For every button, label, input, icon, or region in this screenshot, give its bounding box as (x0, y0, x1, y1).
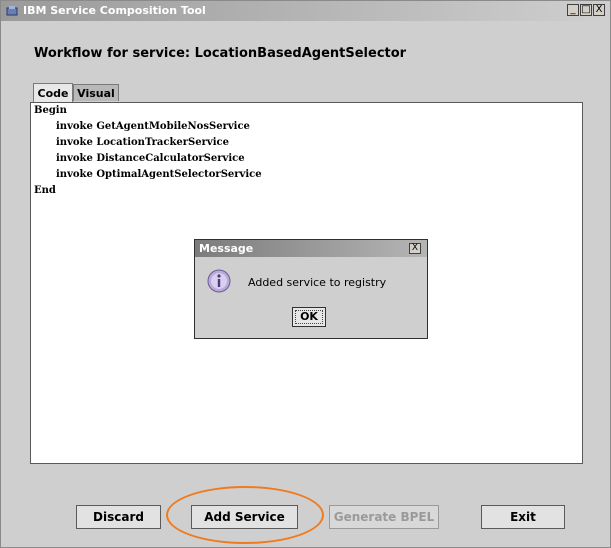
dialog-close-button[interactable]: X (409, 243, 421, 254)
code-line: invoke GetAgentMobileNosService (56, 121, 250, 132)
code-line: invoke OptimalAgentSelectorService (56, 169, 262, 180)
ok-button[interactable]: OK (292, 307, 326, 327)
generate-bpel-button: Generate BPEL (329, 505, 439, 529)
title-bar[interactable]: IBM Service Composition Tool _ □ X (1, 1, 610, 21)
tab-code[interactable]: Code (33, 83, 73, 102)
code-line: invoke DistanceCalculatorService (56, 153, 245, 164)
code-line: End (34, 185, 56, 196)
app-icon (6, 6, 18, 16)
add-service-button[interactable]: Add Service (191, 505, 298, 529)
exit-button[interactable]: Exit (481, 505, 565, 529)
dialog-message: Added service to registry (248, 276, 387, 289)
workflow-label: Workflow for service: LocationBasedAgent… (34, 46, 407, 61)
main-window: IBM Service Composition Tool _ □ X Workf… (0, 0, 611, 548)
maximize-button[interactable]: □ (580, 4, 592, 16)
message-dialog: Message X Added service to registry OK (194, 239, 428, 339)
minimize-button[interactable]: _ (567, 4, 579, 16)
tab-visual[interactable]: Visual (73, 84, 119, 101)
code-line: invoke LocationTrackerService (56, 137, 229, 148)
dialog-title: Message (199, 242, 254, 255)
dialog-title-bar[interactable]: Message X (195, 240, 427, 257)
code-line: Begin (34, 105, 67, 116)
info-icon (207, 269, 231, 293)
window-title: IBM Service Composition Tool (23, 4, 206, 17)
close-window-button[interactable]: X (593, 4, 605, 16)
discard-button[interactable]: Discard (76, 505, 161, 529)
